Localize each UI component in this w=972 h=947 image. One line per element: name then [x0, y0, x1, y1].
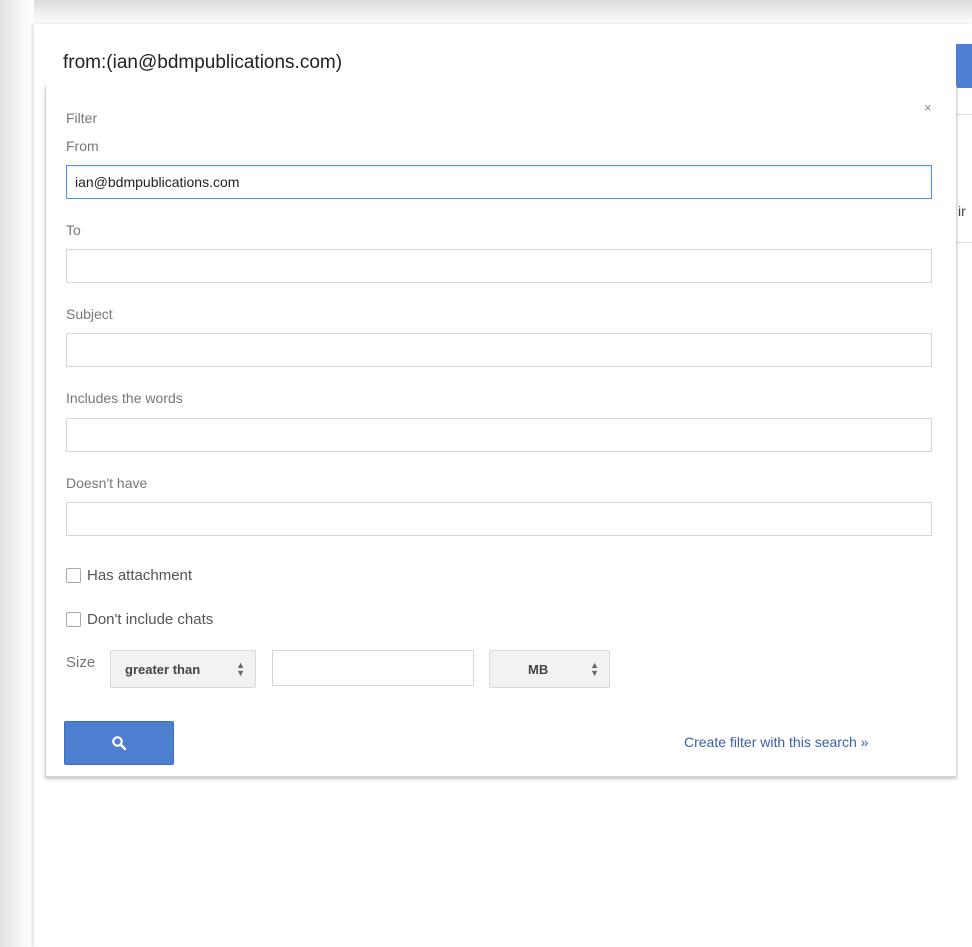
- size-comparator-value: greater than: [125, 661, 201, 677]
- search-submit-button-edge[interactable]: [956, 44, 972, 88]
- search-query-text[interactable]: from:(ian@bdmpublications.com): [63, 52, 342, 74]
- from-label: From: [66, 138, 99, 154]
- subject-field[interactable]: [66, 333, 932, 367]
- select-arrows-icon: ▲ ▼: [590, 660, 599, 678]
- from-field[interactable]: [66, 165, 932, 199]
- size-comparator-select[interactable]: greater than ▲ ▼: [110, 650, 256, 688]
- background-partial-text: ir: [958, 203, 966, 219]
- background-divider: [956, 114, 972, 115]
- dont-include-chats-label: Don't include chats: [87, 611, 214, 628]
- search-icon: [112, 736, 127, 751]
- has-attachment-label: Has attachment: [87, 567, 193, 584]
- size-value-field[interactable]: [272, 650, 474, 686]
- dont-include-chats-option[interactable]: Don't include chats: [66, 611, 213, 628]
- size-unit-value: MB: [528, 661, 549, 677]
- search-button[interactable]: [64, 721, 174, 765]
- background-divider: [956, 242, 972, 243]
- doesnt-have-field[interactable]: [66, 502, 932, 536]
- search-bar[interactable]: from:(ian@bdmpublications.com): [45, 36, 955, 87]
- includes-words-label: Includes the words: [66, 390, 183, 406]
- window-left-shadow: [0, 0, 34, 947]
- select-arrows-icon: ▲ ▼: [236, 660, 245, 678]
- includes-words-field[interactable]: [66, 418, 932, 452]
- size-label: Size: [66, 654, 96, 671]
- dont-include-chats-checkbox[interactable]: [66, 612, 81, 627]
- doesnt-have-label: Doesn't have: [66, 475, 148, 491]
- has-attachment-checkbox[interactable]: [66, 568, 81, 583]
- subject-label: Subject: [66, 306, 113, 322]
- search-filter-panel: × Filter From To Subject Includes the wo…: [45, 86, 957, 777]
- close-icon[interactable]: ×: [924, 100, 932, 115]
- create-filter-link[interactable]: Create filter with this search »: [684, 734, 868, 750]
- to-label: To: [66, 222, 81, 238]
- has-attachment-option[interactable]: Has attachment: [66, 567, 192, 584]
- size-unit-select[interactable]: MB ▲ ▼: [489, 650, 610, 688]
- filter-heading: Filter: [66, 110, 98, 126]
- to-field[interactable]: [66, 249, 932, 283]
